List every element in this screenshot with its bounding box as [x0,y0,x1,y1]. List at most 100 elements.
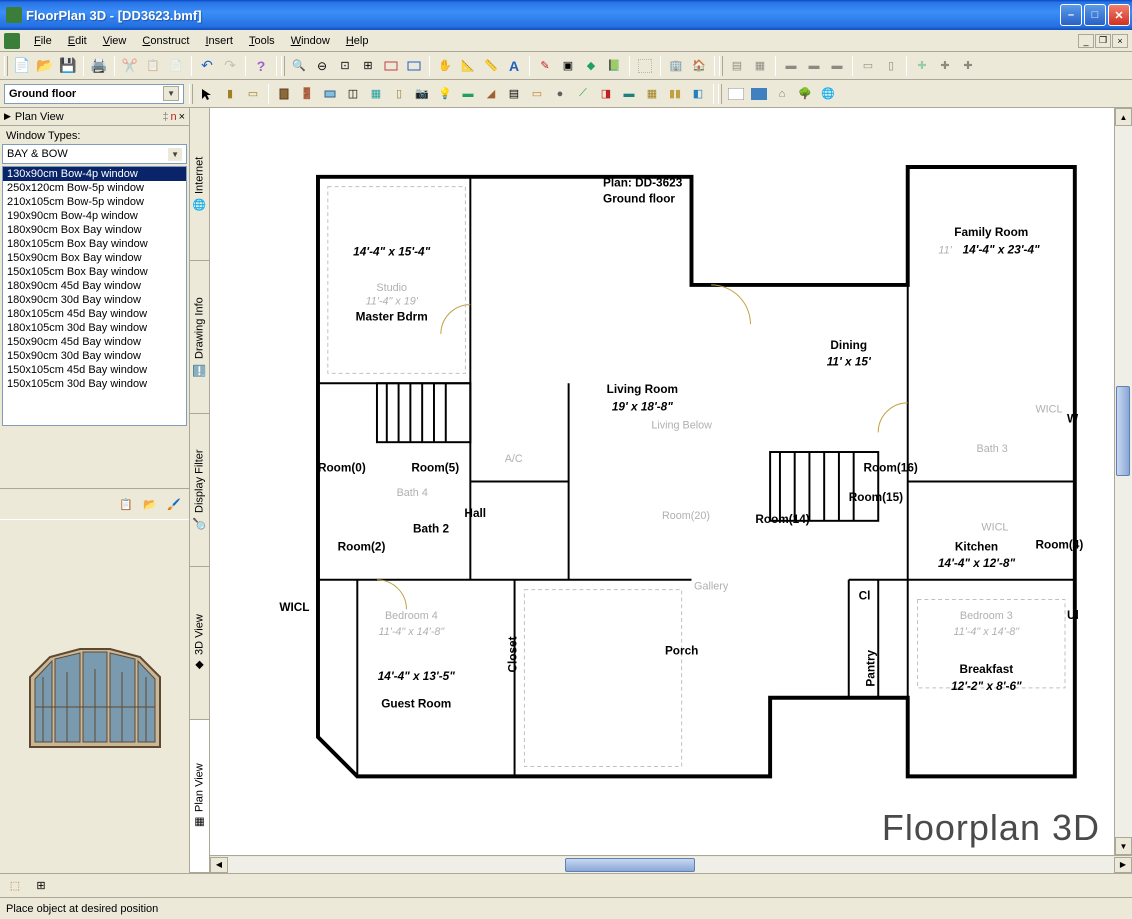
zoom-previous-button[interactable] [380,55,402,77]
zoom-out-button[interactable]: ⊖ [311,55,333,77]
menu-view[interactable]: View [95,33,135,49]
library-button[interactable]: 📗 [603,55,625,77]
align-center-button[interactable]: ▦ [749,55,771,77]
scroll-down-icon[interactable]: ▼ [1115,837,1132,855]
sidebar-tb-1[interactable]: 📋 [115,493,137,515]
mdi-close-button[interactable]: × [1112,34,1128,48]
align-middle-button[interactable]: ▬ [803,55,825,77]
light-button[interactable]: 💡 [434,83,456,105]
ceiling-button[interactable]: ▤ [503,83,525,105]
distribute-v-button[interactable]: ▯ [880,55,902,77]
window-category-select[interactable]: BAY & BOW [2,144,187,164]
window-type-item[interactable]: 180x105cm Box Bay window [3,237,186,251]
menu-edit[interactable]: Edit [60,33,95,49]
opening-button[interactable]: ◫ [342,83,364,105]
menu-insert[interactable]: Insert [197,33,241,49]
window-type-item[interactable]: 250x120cm Bow-5p window [3,181,186,195]
lock-button[interactable]: ✚ [957,55,979,77]
mdi-restore-button[interactable]: ❐ [1095,34,1111,48]
close-button[interactable]: ✕ [1108,4,1130,26]
menu-window[interactable]: Window [283,33,338,49]
open-button[interactable]: 📂 [34,55,56,77]
scroll-left-icon[interactable]: ◀ [210,857,228,873]
align-bottom-button[interactable]: ▬ [826,55,848,77]
window-type-item[interactable]: 150x90cm Box Bay window [3,251,186,265]
distribute-h-button[interactable]: ▭ [857,55,879,77]
zoom-extents-button[interactable]: ⊞ [357,55,379,77]
scrollbar-horizontal[interactable]: ◀ ▶ [210,855,1132,873]
roof-button[interactable]: ◢ [480,83,502,105]
door-button[interactable] [273,83,295,105]
mdi-minimize-button[interactable]: _ [1078,34,1094,48]
align-left-button[interactable]: ▤ [726,55,748,77]
toolbar-grip[interactable] [718,84,722,104]
tab-display-filter[interactable]: 🔍Display Filter [190,414,209,567]
new-button[interactable]: 📄 [11,55,33,77]
menu-tools[interactable]: Tools [241,33,283,49]
measure-button[interactable]: 📐 [457,55,479,77]
railing-button[interactable]: ▦ [641,83,663,105]
text-button[interactable]: A [503,55,525,77]
maximize-button[interactable]: □ [1084,4,1106,26]
scroll-up-icon[interactable]: ▲ [1115,108,1132,126]
terrain-button[interactable]: ⟋ [572,83,594,105]
render-tree-button[interactable]: 🌳 [794,83,816,105]
paste-button[interactable]: 📄 [165,55,187,77]
bottom-tb-2[interactable]: ⊞ [30,875,52,897]
window-type-item[interactable]: 150x90cm 45d Bay window [3,335,186,349]
bottom-tb-1[interactable]: ⬚ [4,875,26,897]
window-type-item[interactable]: 150x105cm 45d Bay window [3,363,186,377]
toolbar-grip[interactable] [189,84,193,104]
sidebar-tb-3[interactable]: 🖌️ [163,493,185,515]
zoom-redraw-button[interactable] [403,55,425,77]
camera-button[interactable]: 📷 [411,83,433,105]
render-shaded-button[interactable] [748,83,770,105]
sliding-door-button[interactable]: 🚪 [296,83,318,105]
align-top-button[interactable]: ▬ [780,55,802,77]
render-globe-button[interactable]: 🌐 [817,83,839,105]
column-button[interactable]: ▯ [388,83,410,105]
window-type-item[interactable]: 180x90cm Box Bay window [3,223,186,237]
window-type-item[interactable]: 150x90cm 30d Bay window [3,349,186,363]
scrollbar-vertical[interactable]: ▲ ▼ [1114,108,1132,855]
scroll-right-icon[interactable]: ▶ [1114,857,1132,873]
scroll-thumb-v[interactable] [1116,386,1130,476]
room-button[interactable]: ▭ [242,83,264,105]
undo-button[interactable]: ↶ [196,55,218,77]
render-flat-button[interactable] [725,83,747,105]
beam-button[interactable]: ▬ [457,83,479,105]
toolbar-grip[interactable] [4,56,8,76]
copy-button[interactable]: 📋 [142,55,164,77]
cut-button[interactable]: ✂️ [119,55,141,77]
window-type-item[interactable]: 150x105cm 30d Bay window [3,377,186,391]
document-icon[interactable] [4,33,20,49]
layers-button[interactable]: ▣ [557,55,579,77]
minimize-button[interactable]: – [1060,4,1082,26]
pool-button[interactable]: ◧ [687,83,709,105]
zoom-window-button[interactable]: ⊡ [334,55,356,77]
window-types-list[interactable]: 130x90cm Bow-4p window250x120cm Bow-5p w… [2,166,187,426]
tab-3d-view[interactable]: ◆3D View [190,567,209,720]
toolbar-grip[interactable] [281,56,285,76]
pan-button[interactable]: ✋ [434,55,456,77]
properties-button[interactable]: ✎ [534,55,556,77]
materials-button[interactable]: ◆ [580,55,602,77]
window-type-item[interactable]: 180x90cm 45d Bay window [3,279,186,293]
sidebar-tb-2[interactable]: 📂 [139,493,161,515]
redo-button[interactable]: ↷ [219,55,241,77]
save-button[interactable]: 💾 [57,55,79,77]
menu-help[interactable]: Help [338,33,377,49]
window-type-item[interactable]: 150x105cm Box Bay window [3,265,186,279]
close-panel-icon[interactable]: × [179,111,185,123]
help-button[interactable]: ? [250,55,272,77]
stairs-button[interactable]: ▦ [365,83,387,105]
menu-file[interactable]: File [26,33,60,49]
toolbar-grip[interactable] [719,56,723,76]
window-type-item[interactable]: 210x105cm Bow-5p window [3,195,186,209]
ortho-button[interactable]: 🏠 [688,55,710,77]
ungroup-button[interactable]: ✚ [934,55,956,77]
window-type-item[interactable]: 180x90cm 30d Bay window [3,293,186,307]
floor-selector[interactable]: Ground floor [4,84,184,104]
path-button[interactable]: ◨ [595,83,617,105]
group-button[interactable]: ✚ [911,55,933,77]
